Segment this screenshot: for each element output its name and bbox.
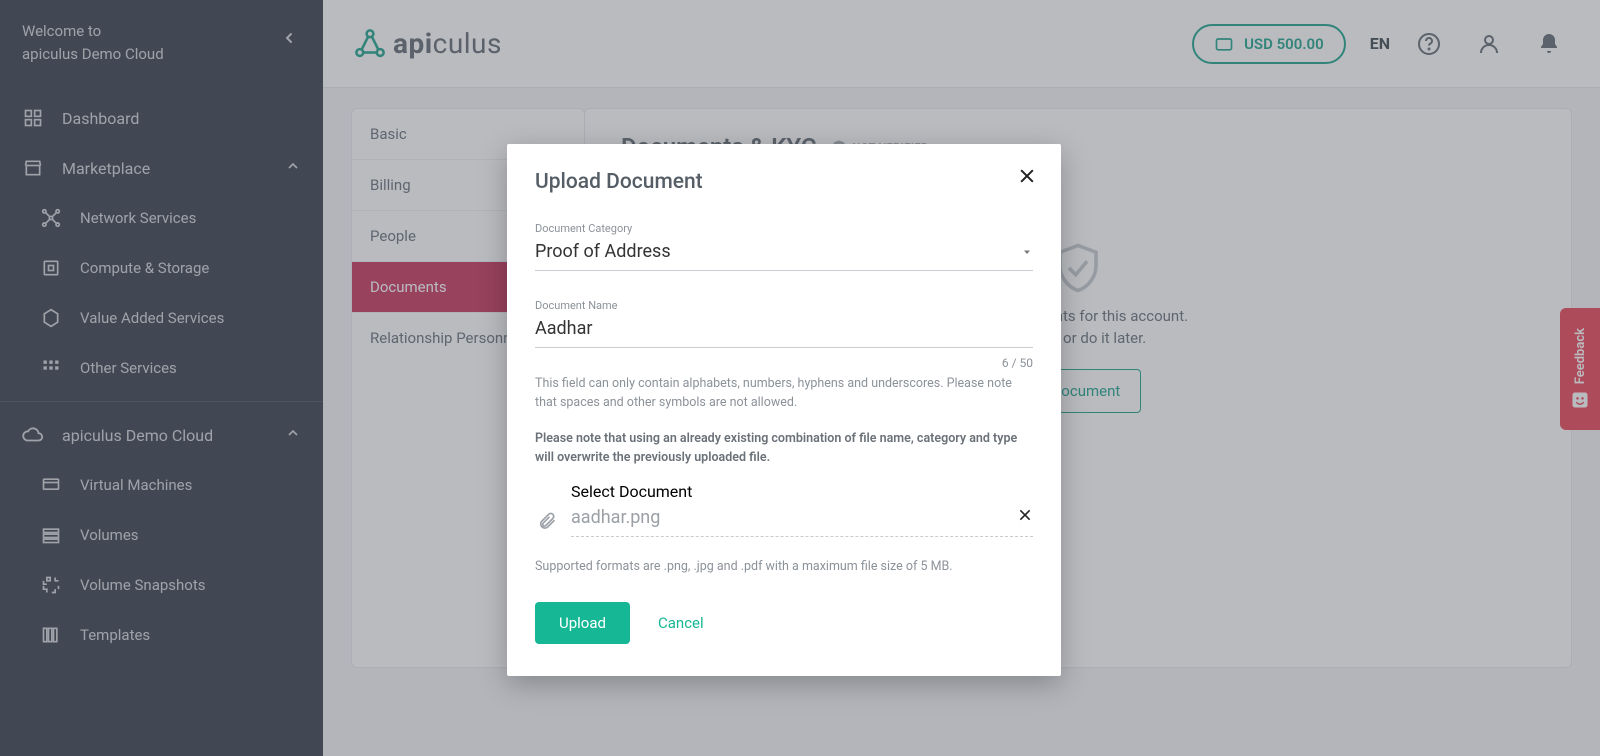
modal-close-button[interactable] [1013,162,1041,190]
paperclip-icon [537,509,557,533]
file-row: Select Document aadhar.png [535,482,1033,537]
select-document-label: Select Document [571,482,1033,501]
document-name-label: Document Name [535,299,1033,312]
attach-file-button[interactable] [535,509,559,537]
cancel-button[interactable]: Cancel [654,602,708,644]
file-name: aadhar.png [571,507,660,528]
close-icon [1017,507,1033,523]
category-field[interactable]: Document Category Proof of Address [535,222,1033,271]
category-select[interactable]: Proof of Address [535,235,1033,271]
dropdown-caret-icon [1021,246,1033,258]
name-help-text: This field can only contain alphabets, n… [535,374,1033,413]
upload-document-modal: Upload Document Document Category Proof … [507,144,1061,676]
formats-help: Supported formats are .png, .jpg and .pd… [535,557,1033,576]
category-label: Document Category [535,222,1033,235]
char-counter: 6 / 50 [535,356,1033,370]
document-name-input[interactable] [535,312,1033,348]
selected-file[interactable]: aadhar.png [571,501,1033,537]
modal-title: Upload Document [535,170,1033,194]
category-value: Proof of Address [535,241,671,262]
close-icon [1017,166,1037,186]
document-name-field: Document Name 6 / 50 This field can only… [535,299,1033,468]
upload-button[interactable]: Upload [535,602,630,644]
overwrite-warning: Please note that using an already existi… [535,429,1033,468]
modal-footer: Upload Cancel [535,602,1033,644]
clear-file-button[interactable] [1017,507,1033,528]
